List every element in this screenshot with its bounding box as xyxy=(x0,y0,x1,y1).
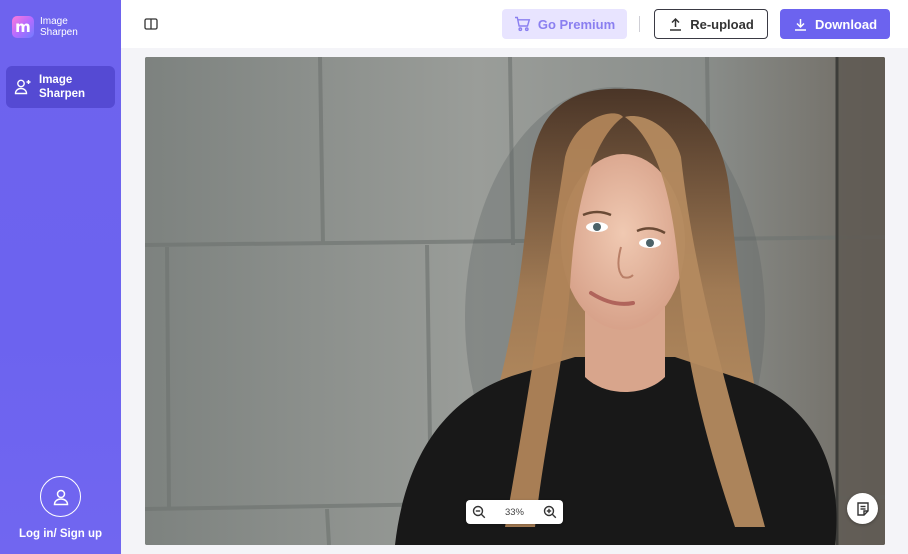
cart-icon xyxy=(514,16,531,32)
feedback-button[interactable] xyxy=(847,493,878,524)
login-signup-label: Log in/ Sign up xyxy=(18,528,103,540)
toolbar-divider xyxy=(639,16,640,32)
sidebar: m Image Sharpen Image Sharpen Log in/ Si… xyxy=(0,0,121,554)
image-preview[interactable] xyxy=(145,57,885,545)
zoom-control: 33% xyxy=(466,500,563,524)
go-premium-label: Go Premium xyxy=(537,16,616,32)
re-upload-label: Re-upload xyxy=(690,16,754,32)
top-toolbar: Go Premium Re-upload Download xyxy=(121,0,908,48)
preview-photo xyxy=(145,57,885,545)
zoom-in-icon[interactable] xyxy=(543,505,557,519)
app-logo[interactable]: m Image Sharpen xyxy=(12,16,90,38)
re-upload-button[interactable]: Re-upload xyxy=(654,9,768,39)
go-premium-button[interactable]: Go Premium xyxy=(502,9,627,39)
download-icon xyxy=(794,18,806,31)
sidebar-item-label: Image Sharpen xyxy=(39,74,86,100)
sidebar-item-image-sharpen[interactable]: Image Sharpen xyxy=(6,66,115,108)
split-panel-icon[interactable] xyxy=(143,16,159,32)
zoom-level: 33% xyxy=(504,506,524,518)
download-label: Download xyxy=(814,16,878,32)
login-signup-button[interactable]: Log in/ Sign up xyxy=(0,476,121,540)
app-name: Image Sharpen xyxy=(40,16,78,38)
user-avatar-icon xyxy=(40,476,81,517)
zoom-out-icon[interactable] xyxy=(472,505,486,519)
feedback-note-icon xyxy=(856,501,869,516)
download-button[interactable]: Download xyxy=(780,9,890,39)
upload-icon xyxy=(670,17,682,31)
user-sparkle-icon xyxy=(14,79,31,95)
app-logo-icon: m xyxy=(12,16,34,38)
